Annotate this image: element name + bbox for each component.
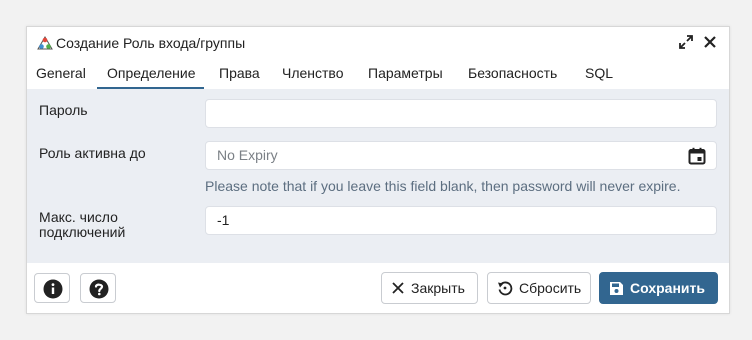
tab-privileges[interactable]: Права: [219, 65, 260, 87]
expand-icon[interactable]: [679, 35, 693, 49]
expiry-hint: Please note that if you leave this field…: [205, 178, 681, 194]
reset-button-label: Сбросить: [519, 280, 582, 296]
tab-parameters[interactable]: Параметры: [368, 65, 443, 87]
dialog-footer: Закрыть Сбросить Сохранить: [27, 263, 729, 313]
help-icon: [89, 279, 109, 299]
password-field[interactable]: [205, 99, 717, 128]
help-button[interactable]: [80, 273, 116, 303]
reset-button[interactable]: Сбросить: [487, 272, 591, 304]
calendar-icon[interactable]: [688, 147, 706, 165]
conn-limit-label-line2: подключений: [39, 224, 126, 240]
dialog-titlebar[interactable]: Создание Роль входа/группы: [27, 27, 729, 59]
create-role-dialog: Создание Роль входа/группы General Опред…: [26, 26, 730, 314]
expiry-label: Роль активна до: [39, 145, 146, 161]
reset-icon: [498, 281, 513, 296]
tab-sql[interactable]: SQL: [585, 65, 613, 87]
close-button-label: Закрыть: [411, 280, 465, 296]
role-icon: [37, 36, 53, 50]
tab-general[interactable]: General: [36, 65, 86, 87]
tab-security[interactable]: Безопасность: [468, 65, 557, 87]
conn-limit-field[interactable]: -1: [205, 206, 717, 235]
info-icon: [43, 279, 63, 299]
tab-membership[interactable]: Членство: [282, 65, 344, 87]
expiry-placeholder: No Expiry: [217, 147, 278, 163]
save-icon: [610, 281, 623, 295]
conn-limit-label-line1: Макс. число: [39, 209, 118, 225]
close-x-icon: [392, 282, 404, 294]
save-button-label: Сохранить: [630, 280, 705, 296]
close-icon[interactable]: [703, 35, 717, 49]
dialog-title: Создание Роль входа/группы: [56, 35, 246, 51]
close-button[interactable]: Закрыть: [381, 272, 478, 304]
definition-form: Пароль Роль активна до No Expiry Please …: [27, 89, 729, 263]
tab-bar: General Определение Права Членство Парам…: [27, 63, 729, 90]
password-label: Пароль: [39, 102, 88, 118]
save-button[interactable]: Сохранить: [599, 272, 718, 304]
tab-definition[interactable]: Определение: [97, 65, 204, 90]
info-button[interactable]: [34, 273, 70, 303]
expiry-date-field[interactable]: No Expiry: [205, 141, 717, 170]
